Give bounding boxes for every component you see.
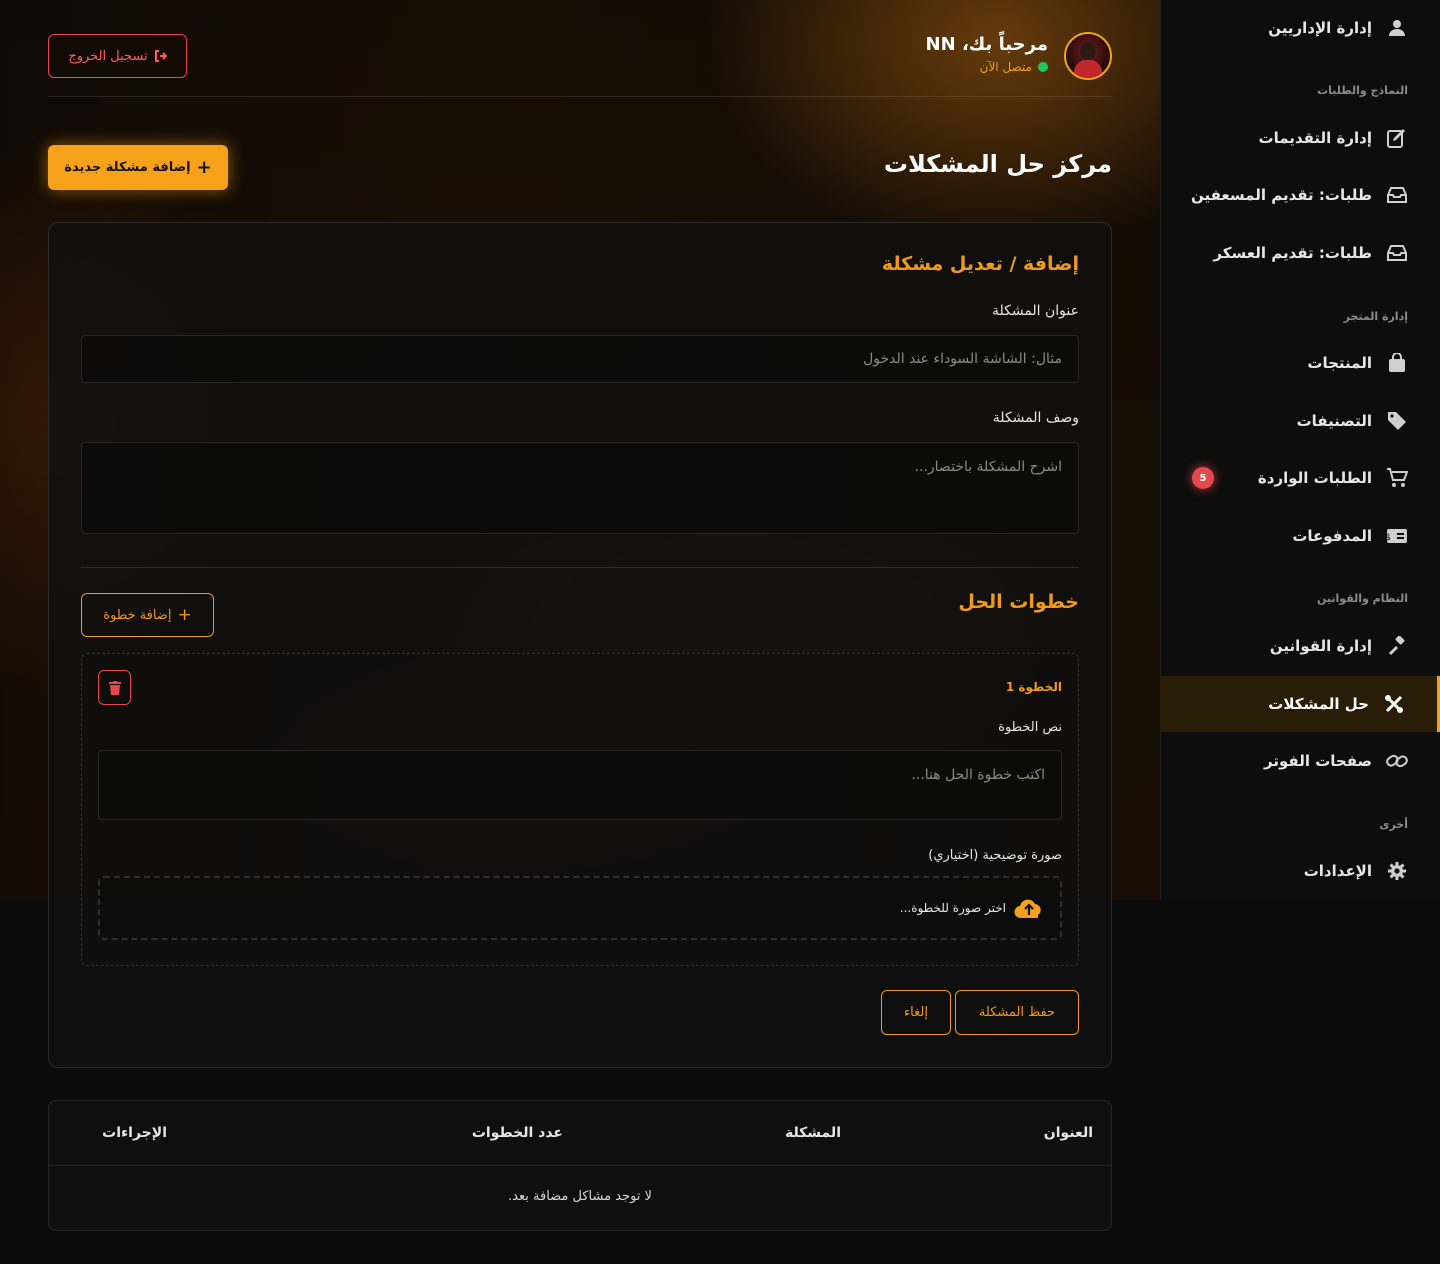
save-problem-button[interactable]: حفظ المشكلة — [955, 990, 1079, 1035]
sidebar-section-store: إدارة المتجر — [1343, 310, 1408, 323]
add-problem-button[interactable]: + إضافة مشكلة جديدة — [48, 145, 228, 190]
sidebar-item-label: التصنيفات — [1296, 412, 1372, 430]
column-header-steps-count: عدد الخطوات — [471, 1125, 563, 1141]
sidebar-item-products[interactable]: المنتجات — [1160, 335, 1440, 391]
plus-icon: + — [177, 604, 192, 625]
column-header-title: العنوان — [1043, 1125, 1093, 1141]
link-icon — [1386, 750, 1408, 772]
gear-icon — [1386, 860, 1408, 882]
column-header-problem: المشكلة — [784, 1125, 841, 1141]
cloud-upload-icon — [1014, 899, 1041, 919]
description-label: وصف المشكلة — [992, 410, 1079, 426]
logout-button[interactable]: تسجيل الخروج — [48, 34, 187, 78]
step-image-upload[interactable]: اختر صورة للخطوة... — [98, 876, 1062, 940]
sidebar-item-rules[interactable]: إدارة القوانين — [1160, 618, 1440, 674]
add-problem-label: إضافة مشكلة جديدة — [64, 160, 191, 175]
upload-label: اختر صورة للخطوة... — [899, 901, 1006, 915]
step-text-label: نص الخطوة — [998, 720, 1062, 735]
avatar[interactable] — [1064, 32, 1112, 80]
empty-state-message: لا توجد مشاكل مضافة بعد. — [508, 1189, 652, 1204]
sidebar-item-categories[interactable]: التصنيفات — [1160, 393, 1440, 449]
plus-icon: + — [196, 156, 212, 178]
title-label: عنوان المشكلة — [991, 303, 1079, 319]
notification-badge: 5 — [1192, 467, 1214, 489]
table-header: العنوان المشكلة عدد الخطوات الإجراءات — [49, 1101, 1111, 1166]
delete-step-button[interactable] — [98, 670, 131, 705]
sidebar-item-label: صفحات الفوتر — [1264, 752, 1372, 770]
online-status: متصل الآن — [980, 60, 1048, 74]
sidebar-section-other: أخرى — [1379, 818, 1408, 831]
tags-icon — [1386, 410, 1408, 432]
problem-description-input[interactable] — [81, 442, 1079, 534]
avatar-figure-body — [1074, 60, 1102, 78]
user-icon — [1386, 17, 1408, 39]
online-dot-icon — [1038, 62, 1048, 72]
step-card: الخطوة 1 نص الخطوة صورة توضيحية (اختياري… — [81, 653, 1079, 966]
sidebar-item-paramedic-requests[interactable]: طلبات: تقديم المسعفين — [1160, 167, 1440, 223]
step-text-input[interactable] — [98, 750, 1062, 820]
sidebar-item-settings[interactable]: الإعدادات — [1160, 843, 1440, 899]
edit-document-icon — [1386, 127, 1408, 149]
welcome-text: مرحباً بك، NN — [925, 34, 1048, 55]
sidebar-section-forms: النماذج والطلبات — [1317, 84, 1408, 97]
logout-label: تسجيل الخروج — [68, 48, 148, 64]
cancel-button[interactable]: إلغاء — [881, 990, 951, 1035]
problem-title-input[interactable] — [81, 335, 1079, 383]
status-text: متصل الآن — [979, 60, 1032, 74]
trash-icon — [108, 680, 121, 695]
column-header-actions: الإجراءات — [102, 1125, 167, 1141]
sidebar-item-label: المنتجات — [1307, 354, 1372, 372]
sidebar-item-military-requests[interactable]: طلبات: تقديم العسكر — [1160, 225, 1440, 281]
avatar-figure-face — [1080, 42, 1096, 60]
sidebar-item-label: المدفوعات — [1292, 527, 1372, 545]
sidebar-item-incoming-orders[interactable]: الطلبات الواردة 5 — [1160, 450, 1440, 506]
problem-form-card: إضافة / تعديل مشكلة عنوان المشكلة وصف ال… — [48, 222, 1112, 1068]
step-title: الخطوة 1 — [1005, 680, 1062, 694]
sidebar-section-system: النظام والقوانين — [1317, 592, 1408, 605]
sidebar-item-label: الإعدادات — [1303, 862, 1372, 880]
step-image-label: صورة توضيحية (اختياري) — [928, 848, 1062, 863]
svg-text:$: $ — [1386, 533, 1391, 543]
sidebar-item-label: إدارة التقديمات — [1258, 129, 1372, 147]
section-divider — [81, 567, 1079, 568]
sidebar-item-troubleshooting[interactable]: حل المشكلات — [1160, 676, 1440, 732]
top-header: مرحباً بك، NN متصل الآن تسجيل الخروج — [48, 24, 1112, 97]
sign-out-icon — [154, 50, 167, 62]
sidebar-item-admins[interactable]: إدارة الإداريين — [1160, 0, 1440, 56]
sidebar-item-submissions[interactable]: إدارة التقديمات — [1160, 110, 1440, 166]
sidebar: إدارة الإداريين النماذج والطلبات إدارة ا… — [1160, 0, 1440, 900]
steps-heading: خطوات الحل — [958, 591, 1079, 613]
sidebar-item-label: حل المشكلات — [1268, 695, 1369, 713]
sidebar-item-label: الطلبات الواردة — [1257, 469, 1372, 487]
sidebar-item-payments[interactable]: $ المدفوعات — [1160, 508, 1440, 564]
page-title: مركز حل المشكلات — [883, 150, 1112, 178]
tools-icon — [1383, 693, 1405, 715]
inbox-icon — [1386, 242, 1408, 264]
form-heading: إضافة / تعديل مشكلة — [881, 253, 1079, 275]
shopping-bag-icon — [1386, 352, 1408, 374]
sidebar-item-label: طلبات: تقديم العسكر — [1213, 244, 1372, 262]
gavel-icon — [1386, 635, 1408, 657]
sidebar-item-label: طلبات: تقديم المسعفين — [1191, 186, 1372, 204]
inbox-icon — [1386, 184, 1408, 206]
problems-table: العنوان المشكلة عدد الخطوات الإجراءات لا… — [48, 1100, 1112, 1231]
sidebar-item-label: إدارة القوانين — [1269, 637, 1372, 655]
add-step-button[interactable]: + إضافة خطوة — [81, 593, 214, 637]
sidebar-item-footer-pages[interactable]: صفحات الفوتر — [1160, 733, 1440, 789]
sidebar-item-label: إدارة الإداريين — [1268, 19, 1372, 37]
money-bill-icon: $ — [1386, 525, 1408, 547]
add-step-label: إضافة خطوة — [103, 607, 172, 623]
cart-icon — [1386, 467, 1408, 489]
